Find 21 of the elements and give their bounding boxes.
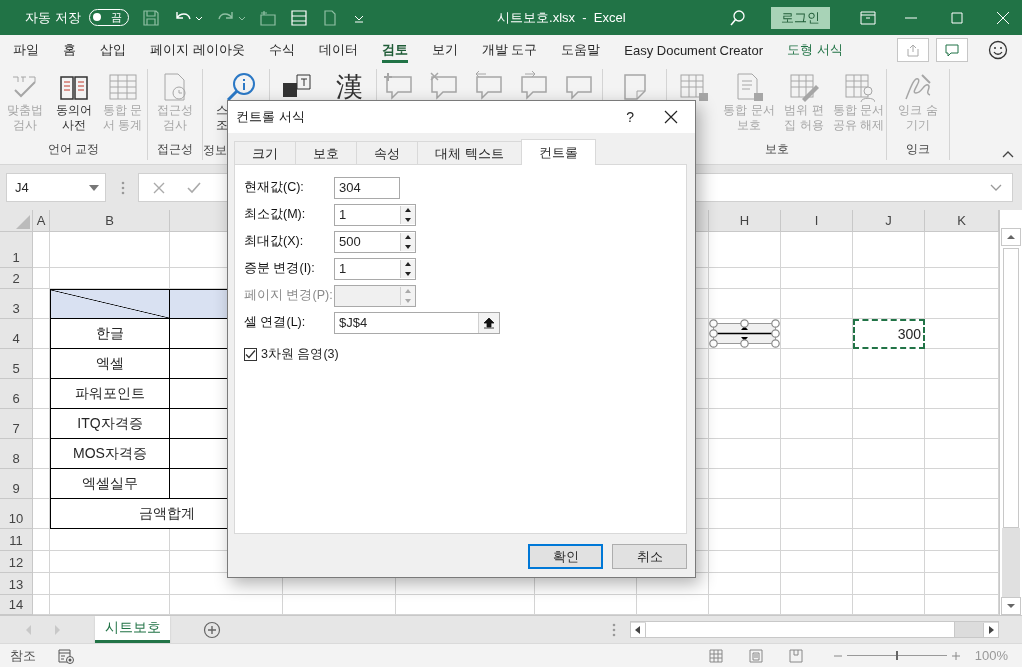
group-label: 접근성 [156,141,194,158]
table-cell: MOS자격증 [50,439,170,469]
table-cell: 파워포인트 [50,379,170,409]
field-label: 페이지 변경(P): [244,287,334,304]
table-cell: 한글 [50,319,170,349]
table-cell: ITQ자격증 [50,409,170,439]
field-label: 증분 변경(I): [244,260,316,277]
group-label: 잉크 [905,141,931,158]
window-title: 시트보호.xlsx - Excel [496,8,627,27]
group-label: 보호 [763,141,790,158]
field-label: 최소값(M): [244,206,307,223]
autosave-label: 자동 저장 [25,8,81,27]
field-label: 셀 연결(L): [244,314,307,331]
field-label: 최대값(X): [244,233,305,250]
status-mode: 참조 [10,646,36,665]
table-cell: 엑셀실무 [50,469,170,499]
dialog-title: 컨트롤 서식 [236,108,305,126]
group-label: 언어 교정 [46,141,101,158]
table-cell: 엑셀 [50,349,170,379]
group-label: 정보 [203,143,227,158]
field-label: 현재값(C): [244,179,305,196]
